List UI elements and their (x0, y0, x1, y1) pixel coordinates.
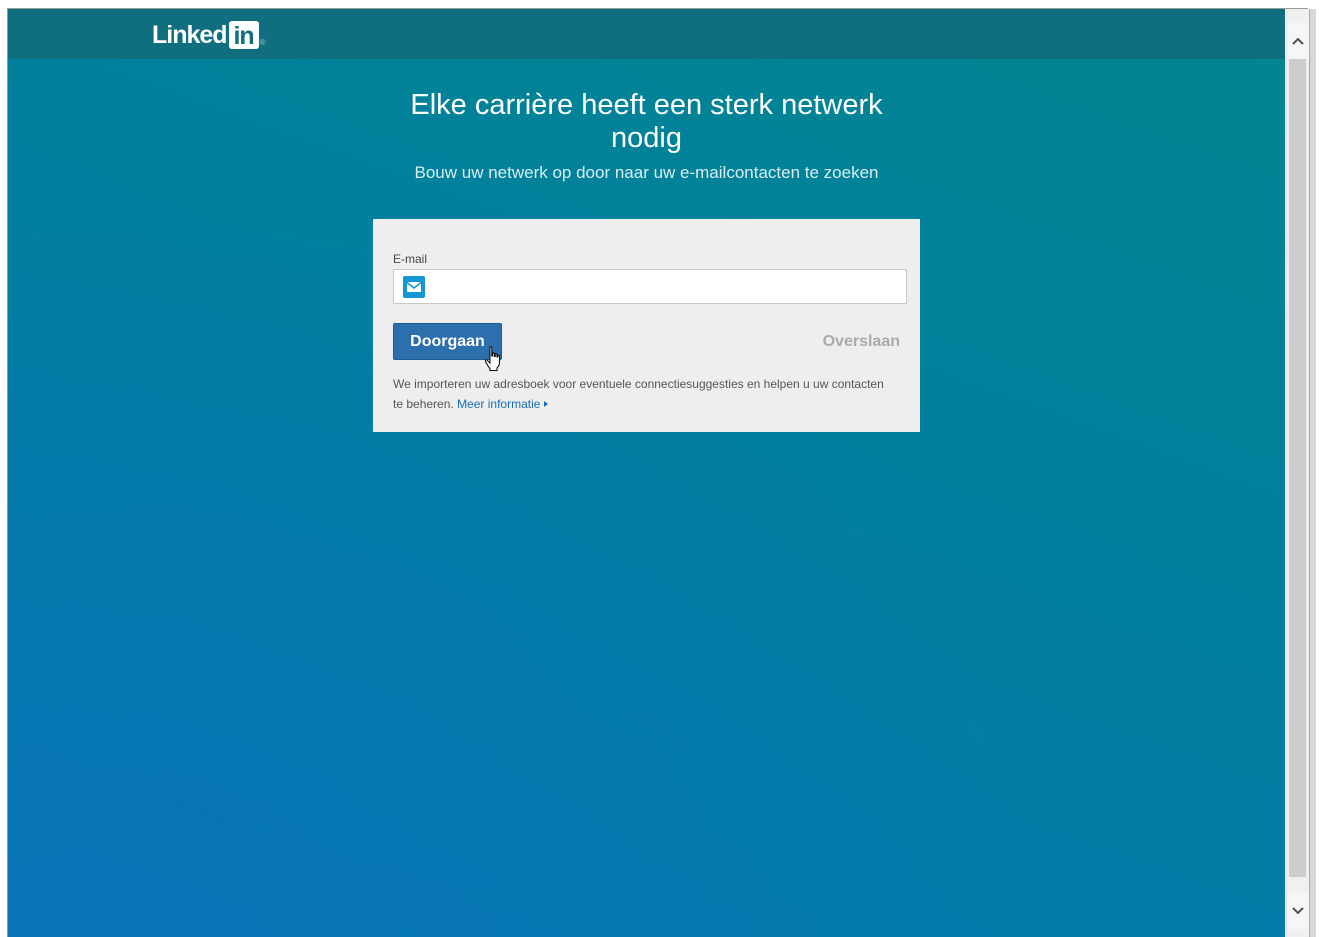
page-subtitle: Bouw uw netwerk op door naar uw e-mailco… (414, 163, 879, 182)
vertical-scrollbar[interactable] (1286, 9, 1309, 937)
email-label: E-mail (393, 252, 428, 266)
chevron-down-icon[interactable] (1287, 893, 1309, 929)
hand-pointer-cursor-icon (484, 346, 504, 377)
email-field-container[interactable] (393, 269, 907, 304)
scrollbar-thumb[interactable] (1289, 59, 1306, 877)
page-title: Elke carrière heeft een sterk netwerk no… (410, 89, 883, 154)
import-info-text: We importeren uw adresboek voor eventuel… (393, 374, 893, 414)
more-info-link[interactable]: Meer informatie (457, 397, 549, 411)
window-right-border (1309, 9, 1316, 937)
logo-wordmark: Linked (152, 20, 228, 49)
top-bar: Linked in ® (8, 9, 1285, 59)
chevron-up-icon[interactable] (1287, 23, 1309, 59)
linkedin-logo[interactable]: Linked in ® (152, 20, 266, 51)
caret-right-icon (544, 401, 549, 407)
mail-icon (403, 276, 425, 298)
more-info-label: Meer informatie (457, 397, 541, 411)
logo-registered-mark: ® (259, 37, 266, 47)
skip-link[interactable]: Overslaan (823, 333, 900, 351)
browser-viewport: Linked in ® Elke carrière heeft een ster… (8, 9, 1285, 937)
import-contacts-card: E-mail Doorgaan Overslaan We importeren … (373, 219, 920, 432)
hero-section: Elke carrière heeft een sterk netwerk no… (8, 89, 1285, 183)
email-input[interactable] (434, 274, 902, 301)
logo-in-badge: in (228, 21, 259, 50)
